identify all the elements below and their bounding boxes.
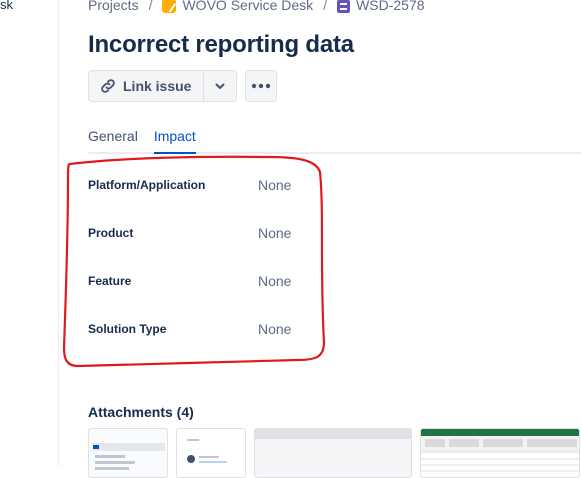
link-icon: [101, 79, 115, 93]
link-issue-button[interactable]: Link issue: [89, 71, 203, 101]
breadcrumb: Projects / WOVO Service Desk / WSD-2578: [88, 0, 425, 16]
breadcrumb-projects[interactable]: Projects: [88, 0, 139, 13]
field-product: Product None: [88, 220, 308, 268]
field-label: Platform/Application: [88, 178, 206, 192]
breadcrumb-issue[interactable]: WSD-2578: [337, 0, 425, 13]
chevron-down-icon: [215, 83, 225, 89]
issue-tabs: General Impact: [88, 126, 581, 154]
issue-toolbar: Link issue: [88, 70, 278, 102]
chat-preview-icon: [187, 439, 227, 463]
left-sidebar: sk: [0, 0, 59, 466]
tab-general[interactable]: General: [88, 126, 138, 152]
field-label: Solution Type: [88, 322, 167, 336]
field-label: Product: [88, 226, 134, 240]
breadcrumb-separator: /: [323, 0, 328, 13]
attachment-thumbnail[interactable]: [88, 428, 168, 478]
field-feature: Feature None: [88, 268, 308, 316]
attachments-list: [88, 428, 580, 478]
more-horizontal-icon: [252, 83, 271, 89]
attachment-thumbnail[interactable]: [420, 428, 580, 478]
link-issue-label: Link issue: [123, 78, 192, 94]
document-preview-icon: [93, 443, 165, 470]
field-platform-application: Platform/Application None: [88, 172, 308, 220]
attachment-thumbnail[interactable]: [176, 428, 246, 478]
field-value[interactable]: None: [258, 172, 291, 193]
spreadsheet-preview-icon: [421, 429, 579, 477]
field-value[interactable]: None: [258, 220, 291, 241]
field-solution-type: Solution Type None: [88, 316, 308, 364]
impact-fields: Platform/Application None Product None F…: [88, 172, 308, 364]
screenshot-preview-icon: [255, 429, 411, 477]
sidebar-truncated-text[interactable]: sk: [0, 0, 13, 12]
field-label: Feature: [88, 274, 132, 288]
breadcrumb-issue-key: WSD-2578: [356, 0, 425, 13]
field-value[interactable]: None: [258, 316, 291, 337]
more-actions-button[interactable]: [245, 70, 278, 102]
attachments-heading: Attachments (4): [88, 404, 194, 420]
issue-title[interactable]: Incorrect reporting data: [88, 31, 354, 59]
link-issue-dropdown-button[interactable]: [203, 71, 236, 101]
attachment-thumbnail[interactable]: [254, 428, 412, 478]
breadcrumb-project[interactable]: WOVO Service Desk: [162, 0, 314, 14]
project-icon: [162, 0, 177, 14]
issue-type-icon: [337, 0, 351, 13]
breadcrumb-project-label: WOVO Service Desk: [182, 0, 314, 13]
tab-impact[interactable]: Impact: [153, 126, 196, 154]
breadcrumb-separator: /: [148, 0, 153, 13]
field-value[interactable]: None: [258, 268, 291, 289]
link-issue-button-group: Link issue: [88, 70, 238, 102]
